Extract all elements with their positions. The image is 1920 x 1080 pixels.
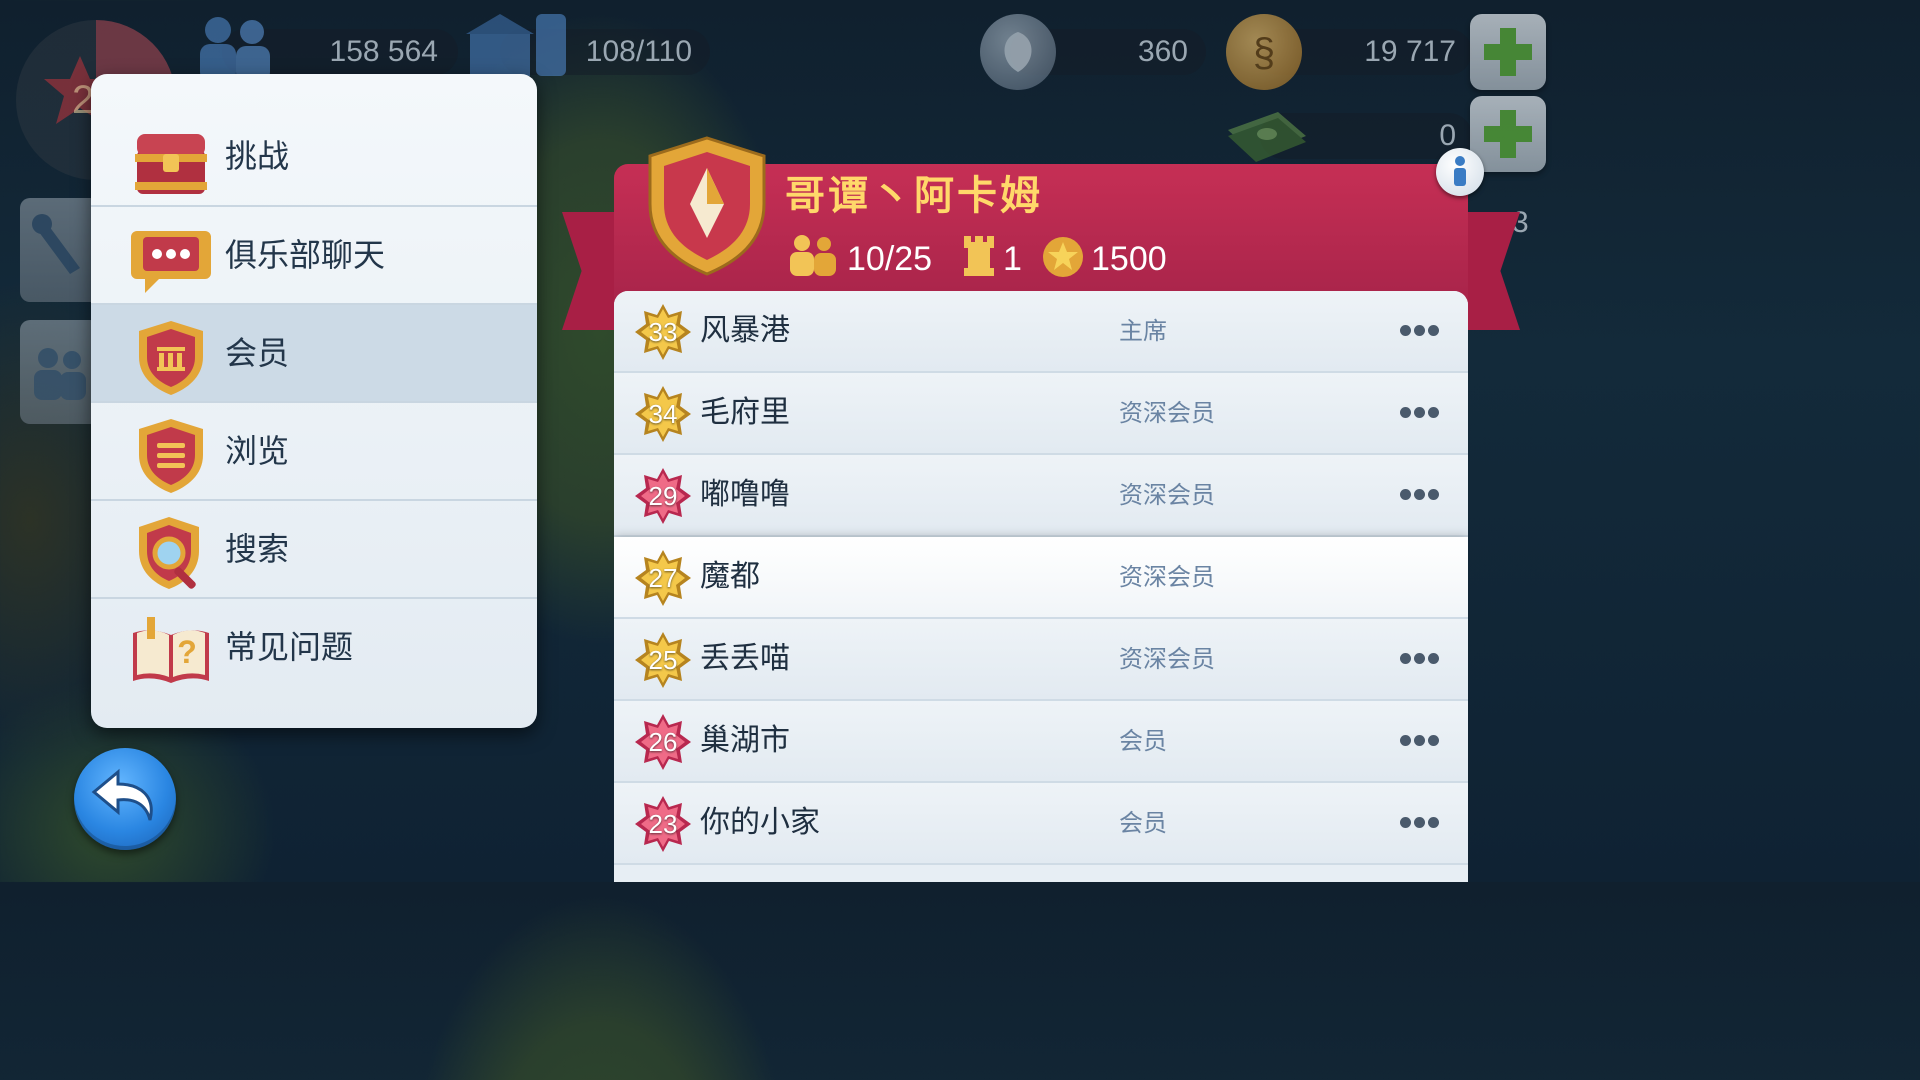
member-level: 33 — [648, 317, 678, 347]
treasure-chest-icon — [135, 134, 207, 194]
club-war-tower-icon — [962, 234, 996, 280]
menu-label: 搜索 — [225, 530, 290, 568]
member-options-button[interactable] — [1400, 653, 1440, 665]
member-row[interactable]: 27 魔都 资深会员 — [614, 537, 1468, 617]
member-role: 资深会员 — [1119, 563, 1215, 591]
club-wars-count: 1 — [1003, 240, 1022, 278]
build-tools-button[interactable] — [20, 198, 100, 302]
member-options-button[interactable] — [1400, 735, 1440, 747]
member-name: 毛府里 — [700, 395, 790, 430]
people-icon — [34, 348, 86, 400]
member-level: 27 — [648, 563, 678, 593]
member-options-button[interactable] — [1400, 489, 1440, 501]
club-points-star-icon — [1042, 236, 1084, 282]
member-level: 26 — [648, 727, 678, 757]
member-level-badge: 33 — [634, 303, 692, 361]
search-shield-icon — [139, 517, 199, 589]
club-menu-panel: 挑战 俱乐部聊天 会员 浏览 搜索 ? 常见问题 — [91, 74, 537, 728]
member-level-badge: 26 — [634, 713, 692, 771]
row-divider — [614, 863, 1468, 865]
member-level: 29 — [648, 481, 678, 511]
member-level: 25 — [648, 645, 678, 675]
storage-value: 108/110 — [585, 35, 692, 68]
member-level-badge: 25 — [634, 631, 692, 689]
member-role: 资深会员 — [1119, 481, 1215, 509]
menu-label: 挑战 — [225, 137, 290, 175]
menu-item-members[interactable]: 会员 — [91, 305, 537, 401]
menu-label: 浏览 — [225, 432, 290, 470]
member-row[interactable]: 26 巢湖市 会员 — [614, 701, 1468, 781]
menu-label: 常见问题 — [225, 628, 354, 666]
menu-item-faq[interactable]: ? 常见问题 — [91, 599, 537, 695]
members-count-icon — [786, 232, 840, 280]
cash-stack-icon — [1222, 106, 1308, 170]
member-row[interactable]: 29 嘟噜噜 资深会员 — [614, 455, 1468, 535]
social-button[interactable] — [20, 320, 100, 424]
member-level-badge: 23 — [634, 795, 692, 853]
member-options-button[interactable] — [1400, 407, 1440, 419]
member-options-button[interactable] — [1400, 325, 1440, 337]
member-level-badge: 27 — [634, 549, 692, 607]
member-role: 资深会员 — [1119, 399, 1215, 427]
member-role: 资深会员 — [1119, 645, 1215, 673]
plus-icon — [1484, 28, 1532, 76]
menu-item-challenge[interactable]: 挑战 — [91, 108, 537, 204]
member-row[interactable]: 33 风暴港 主席 — [614, 291, 1468, 371]
member-row[interactable]: 34 毛府里 资深会员 — [614, 373, 1468, 453]
member-name: 嘟噜噜 — [700, 477, 790, 512]
member-name: 你的小家 — [700, 805, 820, 840]
member-shield-icon — [139, 321, 203, 395]
wrench-icon — [32, 214, 80, 274]
faq-book-icon: ? — [133, 617, 209, 683]
club-name: 哥谭丶阿卡姆 — [785, 173, 1043, 219]
back-arrow-icon — [91, 768, 153, 821]
simoleon-value: 19 717 — [1364, 35, 1456, 68]
club-members-count: 10/25 — [847, 240, 933, 278]
neosimoleon-value: 360 — [1137, 35, 1188, 68]
member-row[interactable]: 23 你的小家 会员 — [614, 783, 1468, 863]
svg-text:§: § — [1253, 31, 1275, 75]
club-info-button[interactable] — [1436, 148, 1484, 196]
member-role: 主席 — [1119, 317, 1167, 345]
member-row[interactable]: 25 丢丢喵 资深会员 — [614, 619, 1468, 699]
simoleon-coin-icon: § — [1226, 14, 1302, 90]
browse-shield-icon — [139, 419, 203, 493]
club-emblem-icon — [644, 134, 770, 280]
member-level: 23 — [648, 809, 678, 839]
member-level-badge: 34 — [634, 385, 692, 443]
info-icon — [1454, 156, 1466, 186]
add-simoleons-button[interactable] — [1470, 14, 1546, 90]
population-value: 158 564 — [329, 35, 438, 68]
back-button[interactable] — [74, 748, 176, 850]
svg-text:?: ? — [177, 634, 197, 670]
menu-item-search[interactable]: 搜索 — [91, 501, 537, 597]
member-role: 会员 — [1119, 809, 1167, 837]
menu-item-club-chat[interactable]: 俱乐部聊天 — [91, 207, 537, 303]
menu-label: 俱乐部聊天 — [225, 236, 386, 274]
leaf-coin-icon — [980, 14, 1056, 90]
member-name: 魔都 — [700, 559, 760, 594]
club-points: 1500 — [1091, 240, 1167, 278]
member-options-button[interactable] — [1400, 817, 1440, 829]
menu-label: 会员 — [225, 334, 290, 372]
member-list: 33 风暴港 主席 34 毛府里 资深会员 29 嘟噜噜 资深会员 27 魔都 资深会员 25 丢丢喵 资深… — [614, 291, 1468, 882]
member-level-badge: 29 — [634, 467, 692, 525]
member-role: 会员 — [1119, 727, 1167, 755]
member-name: 巢湖市 — [700, 723, 790, 758]
member-name: 丢丢喵 — [700, 641, 790, 676]
member-level: 34 — [648, 399, 678, 429]
chat-bubble-icon — [131, 231, 211, 293]
menu-item-browse[interactable]: 浏览 — [91, 403, 537, 499]
plus-icon — [1484, 110, 1532, 158]
member-name: 风暴港 — [700, 313, 790, 348]
